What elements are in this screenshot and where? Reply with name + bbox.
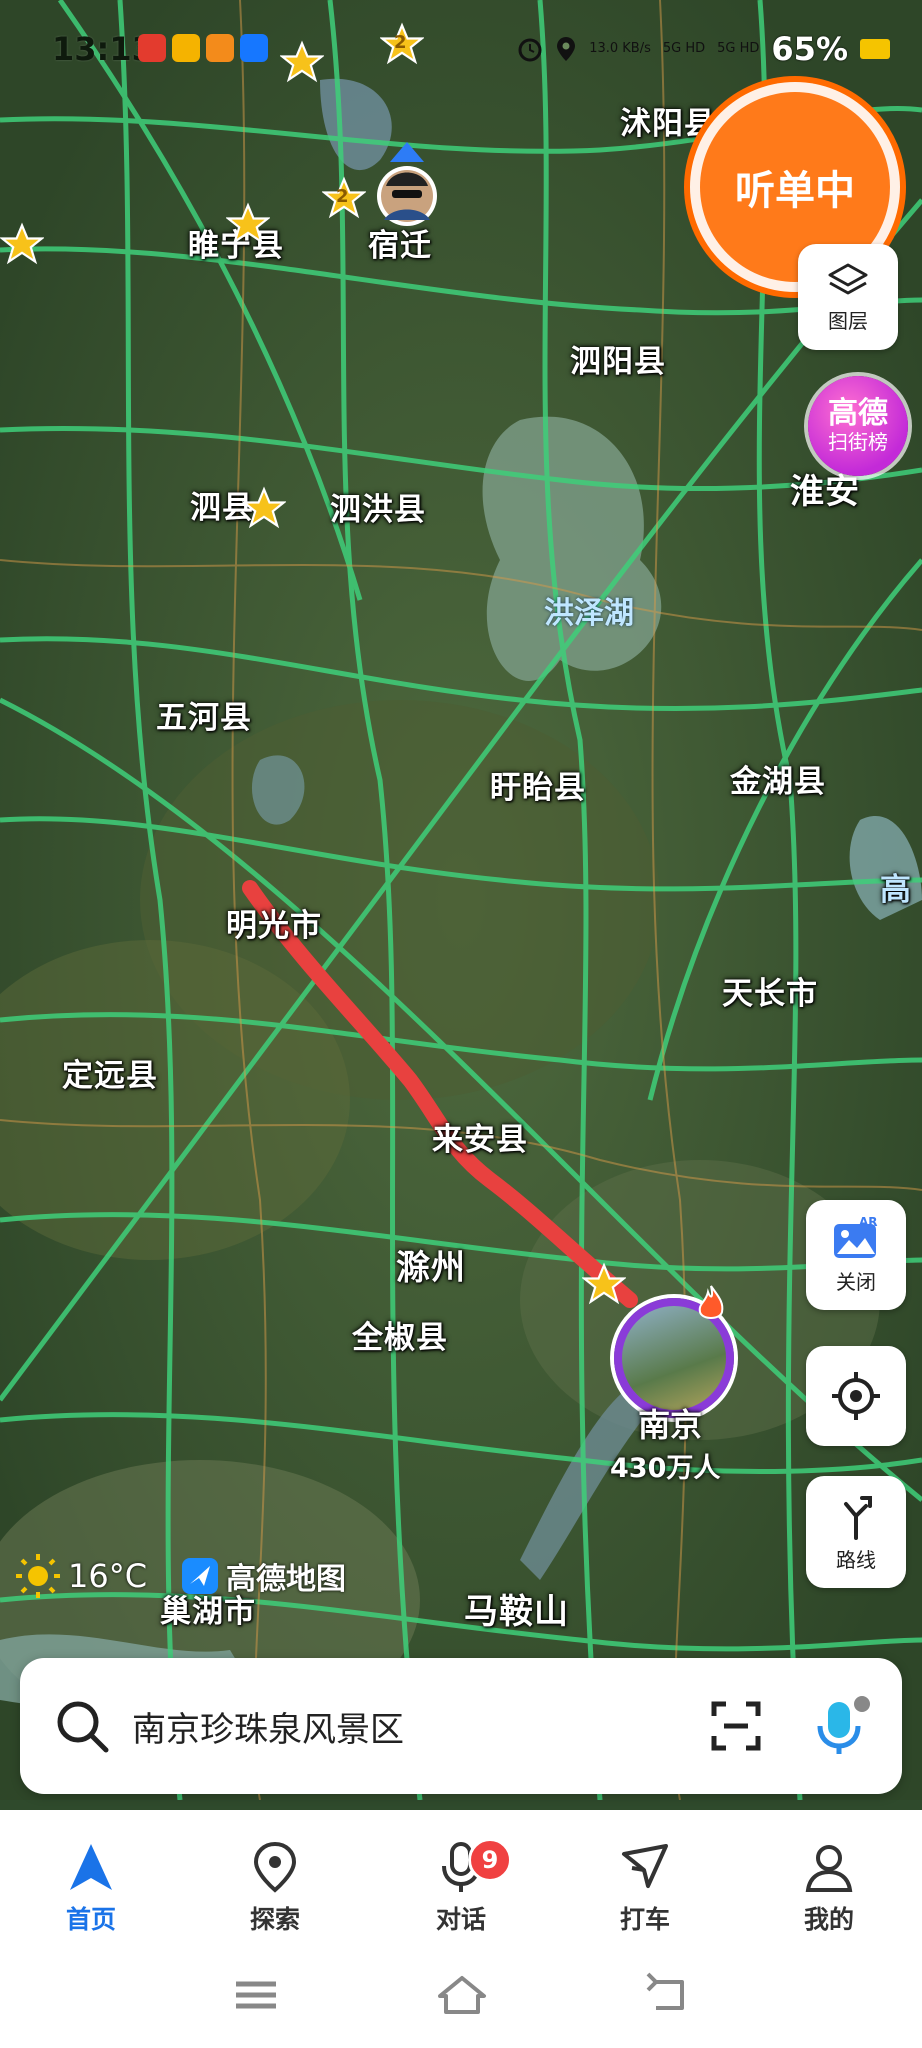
notification-icons: [138, 34, 268, 62]
star-icon[interactable]: [582, 1262, 626, 1306]
ar-picture-icon: AR: [834, 1216, 878, 1258]
status-right: 13.0 KB/s 5G HD 5G HD 65%: [517, 30, 890, 68]
ar-toggle-button[interactable]: AR 关闭: [806, 1200, 906, 1310]
tab-home[interactable]: 首页: [26, 1840, 156, 1936]
signal-2: 5G HD: [717, 41, 760, 56]
menu-icon[interactable]: [226, 1970, 286, 2020]
map-label-chuzhou[interactable]: 滁州: [396, 1240, 466, 1289]
map-label-siyang[interactable]: 泗阳县: [570, 336, 666, 381]
map-label-jinhu[interactable]: 金湖县: [730, 756, 826, 801]
ar-label: 关闭: [836, 1269, 876, 1294]
voice-input-icon[interactable]: [810, 1694, 874, 1758]
sun-icon: [16, 1554, 60, 1598]
profile-icon: [805, 1845, 853, 1892]
map-label-tianchang[interactable]: 天长市: [722, 968, 818, 1013]
weather-widget[interactable]: 16°C: [14, 1552, 147, 1600]
tab-profile[interactable]: 我的: [764, 1840, 894, 1936]
search-icon: [57, 1701, 109, 1753]
status-bar: 13:13 13.0 KB/s 5G HD 5G HD 65%: [0, 24, 922, 74]
nanjing-label[interactable]: 南京 430万人: [610, 1400, 720, 1485]
search-query[interactable]: 南京珍珠泉风景区: [132, 1702, 404, 1751]
location-pin-icon: [253, 1841, 297, 1893]
star-icon[interactable]: [226, 202, 270, 246]
net-speed: 13.0 KB/s: [589, 41, 651, 56]
map-label-laian[interactable]: 来安县: [432, 1114, 528, 1159]
map-label-gao[interactable]: 高: [880, 864, 912, 909]
route-label: 路线: [836, 1547, 876, 1572]
user-avatar-icon: [377, 142, 437, 226]
app-notification-icon: [206, 34, 234, 62]
battery-percent: 65%: [771, 30, 848, 68]
taxi-icon: [622, 1844, 668, 1888]
home-icon[interactable]: [432, 1970, 492, 2020]
layers-icon: [828, 263, 868, 294]
locate-me-button[interactable]: [806, 1346, 906, 1446]
alipay-icon: [240, 34, 268, 62]
map-label-maanshan[interactable]: 马鞍山: [464, 1584, 569, 1633]
map-label-shuyang[interactable]: 沭阳县: [620, 98, 716, 143]
tab-explore[interactable]: 探索: [210, 1840, 340, 1936]
tab-taxi[interactable]: 打车: [580, 1840, 710, 1936]
search-bar[interactable]: 南京珍珠泉风景区: [20, 1658, 902, 1794]
map-label-sihong[interactable]: 泗洪县: [330, 484, 426, 529]
map-label-hongze-lake[interactable]: 洪泽湖: [544, 588, 634, 632]
street-rank-button[interactable]: 高德 扫街榜: [808, 376, 908, 476]
svg-text:AR: AR: [859, 1216, 878, 1229]
back-icon[interactable]: [636, 1970, 696, 2020]
layers-button[interactable]: 图层: [798, 244, 898, 350]
star-icon[interactable]: [242, 486, 286, 530]
navigation-arrow-icon: [70, 1844, 112, 1890]
alarm-icon: [518, 38, 542, 62]
route-arrow-icon: [844, 1495, 872, 1540]
layers-label: 图层: [828, 308, 868, 333]
tab-chat[interactable]: 9 对话: [396, 1838, 526, 1936]
star-badge-2[interactable]: 2: [321, 176, 367, 220]
fire-icon: [698, 1285, 724, 1319]
amap-logo: 高德地图: [180, 1554, 346, 1598]
map-label-quanjiao[interactable]: 全椒县: [352, 1312, 448, 1357]
chat-badge: 9: [468, 1838, 512, 1882]
user-location-marker[interactable]: [372, 140, 442, 240]
listening-orders-label: 听单中: [735, 168, 855, 214]
route-button[interactable]: 路线: [806, 1476, 906, 1588]
star-icon[interactable]: [0, 222, 44, 266]
map-label-mingguang[interactable]: 明光市: [226, 900, 322, 945]
temperature: 16°C: [68, 1557, 148, 1595]
app-notification-icon: [172, 34, 200, 62]
map-label-wuhe[interactable]: 五河县: [156, 692, 252, 737]
map-label-xuyi[interactable]: 盱眙县: [490, 762, 586, 807]
bottom-tab-bar: 首页 探索 9 对话 打车 我的: [0, 1810, 922, 2048]
battery-icon: [860, 39, 890, 59]
scan-icon[interactable]: [710, 1700, 762, 1752]
amap-logo-icon: [182, 1558, 218, 1594]
app-notification-icon: [138, 34, 166, 62]
location-icon: [557, 37, 576, 61]
map-label-dingyuan[interactable]: 定远县: [62, 1050, 158, 1095]
crosshair-icon: [832, 1372, 880, 1420]
signal-1: 5G HD: [662, 41, 706, 56]
